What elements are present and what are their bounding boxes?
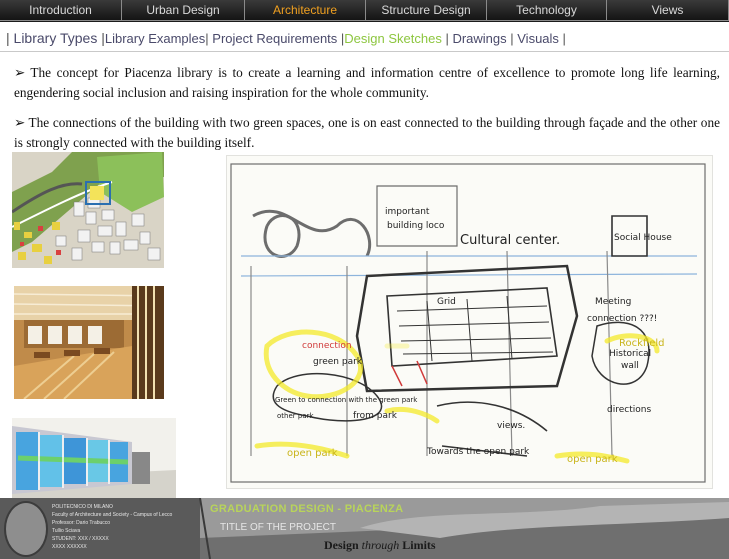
footer-banner: POLITECNICO DI MILANO Faculty of Archite… xyxy=(0,498,729,559)
separator: | xyxy=(558,31,566,46)
facade-render-image xyxy=(12,418,176,498)
sketch-label-other-park: other park xyxy=(277,412,314,420)
subnav-design-sketches[interactable]: Design Sketches xyxy=(344,31,442,46)
graduation-design-title: GRADUATION DESIGN - PIACENZA xyxy=(210,503,404,515)
sketch-label-social-house: Social House xyxy=(614,233,672,243)
sketch-label-important: important xyxy=(385,207,430,217)
paragraph-text: The concept for Piacenza library is to c… xyxy=(14,65,720,100)
subnav-drawings[interactable]: Drawings xyxy=(452,31,506,46)
sketch-label-open-park-left: open park xyxy=(287,448,338,459)
arrow-bullet-icon: ➢ xyxy=(14,65,31,80)
interior-photo xyxy=(14,286,164,399)
motto-limits: Limits xyxy=(402,538,436,552)
top-nav: Introduction Urban Design Architecture S… xyxy=(0,0,729,22)
sketch-label-building-loco: building loco xyxy=(387,221,445,231)
university-line: Professor: Dario Trabucco xyxy=(52,520,111,526)
sketch-label-connection: connection ???! xyxy=(587,314,657,324)
subnav-library-types[interactable]: Library Types xyxy=(14,30,98,46)
tab-structure-design[interactable]: Structure Design xyxy=(366,0,487,21)
tab-urban-design[interactable]: Urban Design xyxy=(122,0,245,21)
sketch-label-open-park-right: open park xyxy=(567,454,618,465)
sketch-label-green-connection: Green to connection with the green park xyxy=(275,396,418,404)
university-seal-icon xyxy=(4,501,48,557)
arrow-bullet-icon: ➢ xyxy=(14,115,29,130)
tab-architecture[interactable]: Architecture xyxy=(245,0,366,21)
sketch-drawing: Cultural center. Social House Meeting co… xyxy=(227,156,712,488)
sketch-label-directions: directions xyxy=(607,405,651,415)
sketch-label-rockfield: Rockfield xyxy=(619,338,664,349)
divider xyxy=(0,51,729,52)
sketch-label-views: views. xyxy=(497,421,525,431)
tab-technology[interactable]: Technology xyxy=(487,0,607,21)
interior-drawing xyxy=(14,286,164,399)
subnav-project-requirements[interactable]: Project Requirements xyxy=(212,31,337,46)
sketch-label-meeting: Meeting xyxy=(595,297,631,307)
tab-views[interactable]: Views xyxy=(607,0,729,21)
university-line: XXXX XXXXXX xyxy=(52,544,87,550)
tab-introduction[interactable]: Introduction xyxy=(0,0,122,21)
university-line: STUDENT: XXX / XXXXX xyxy=(52,536,109,542)
sketch-label-from-park: from park xyxy=(353,411,398,421)
university-line: Tullio Sciava xyxy=(52,528,81,534)
site-plan-drawing xyxy=(12,152,164,268)
connections-paragraph: ➢ The connections of the building with t… xyxy=(14,113,720,153)
university-line: Faculty of Architecture and Society - Ca… xyxy=(52,512,173,518)
design-sketch: Cultural center. Social House Meeting co… xyxy=(226,155,713,489)
sketch-label-cultural-center: Cultural center. xyxy=(460,233,560,248)
sketch-label-connection-red: connection xyxy=(302,341,352,351)
sub-nav: | Library Types |Library Examples| Proje… xyxy=(6,30,566,48)
separator: | xyxy=(506,31,518,46)
subnav-visuals[interactable]: Visuals xyxy=(517,31,559,46)
motto-through: through xyxy=(361,538,400,552)
subnav-library-examples[interactable]: Library Examples xyxy=(105,31,205,46)
concept-paragraph: ➢ The concept for Piacenza library is to… xyxy=(14,63,720,103)
sketch-label-towards: Towards the open park xyxy=(426,447,530,457)
project-title: TITLE OF THE PROJECT xyxy=(220,522,336,533)
sketch-label-green-park: green park xyxy=(313,357,363,367)
university-line: POLITECNICO DI MILANO xyxy=(52,504,113,510)
sketch-label-historical: Historical xyxy=(609,349,651,359)
separator: | xyxy=(441,31,453,46)
motto: Design through Limits xyxy=(324,538,436,553)
paragraph-text: The connections of the building with two… xyxy=(14,115,720,150)
facade-render-drawing xyxy=(12,418,176,498)
separator: | xyxy=(6,30,14,46)
sketch-label-wall: wall xyxy=(621,361,639,371)
site-plan-image xyxy=(12,152,164,268)
university-info: POLITECNICO DI MILANO Faculty of Archite… xyxy=(52,503,202,551)
motto-design: Design xyxy=(324,538,359,552)
sketch-label-grid: Grid xyxy=(437,297,456,307)
separator: | xyxy=(97,30,105,46)
